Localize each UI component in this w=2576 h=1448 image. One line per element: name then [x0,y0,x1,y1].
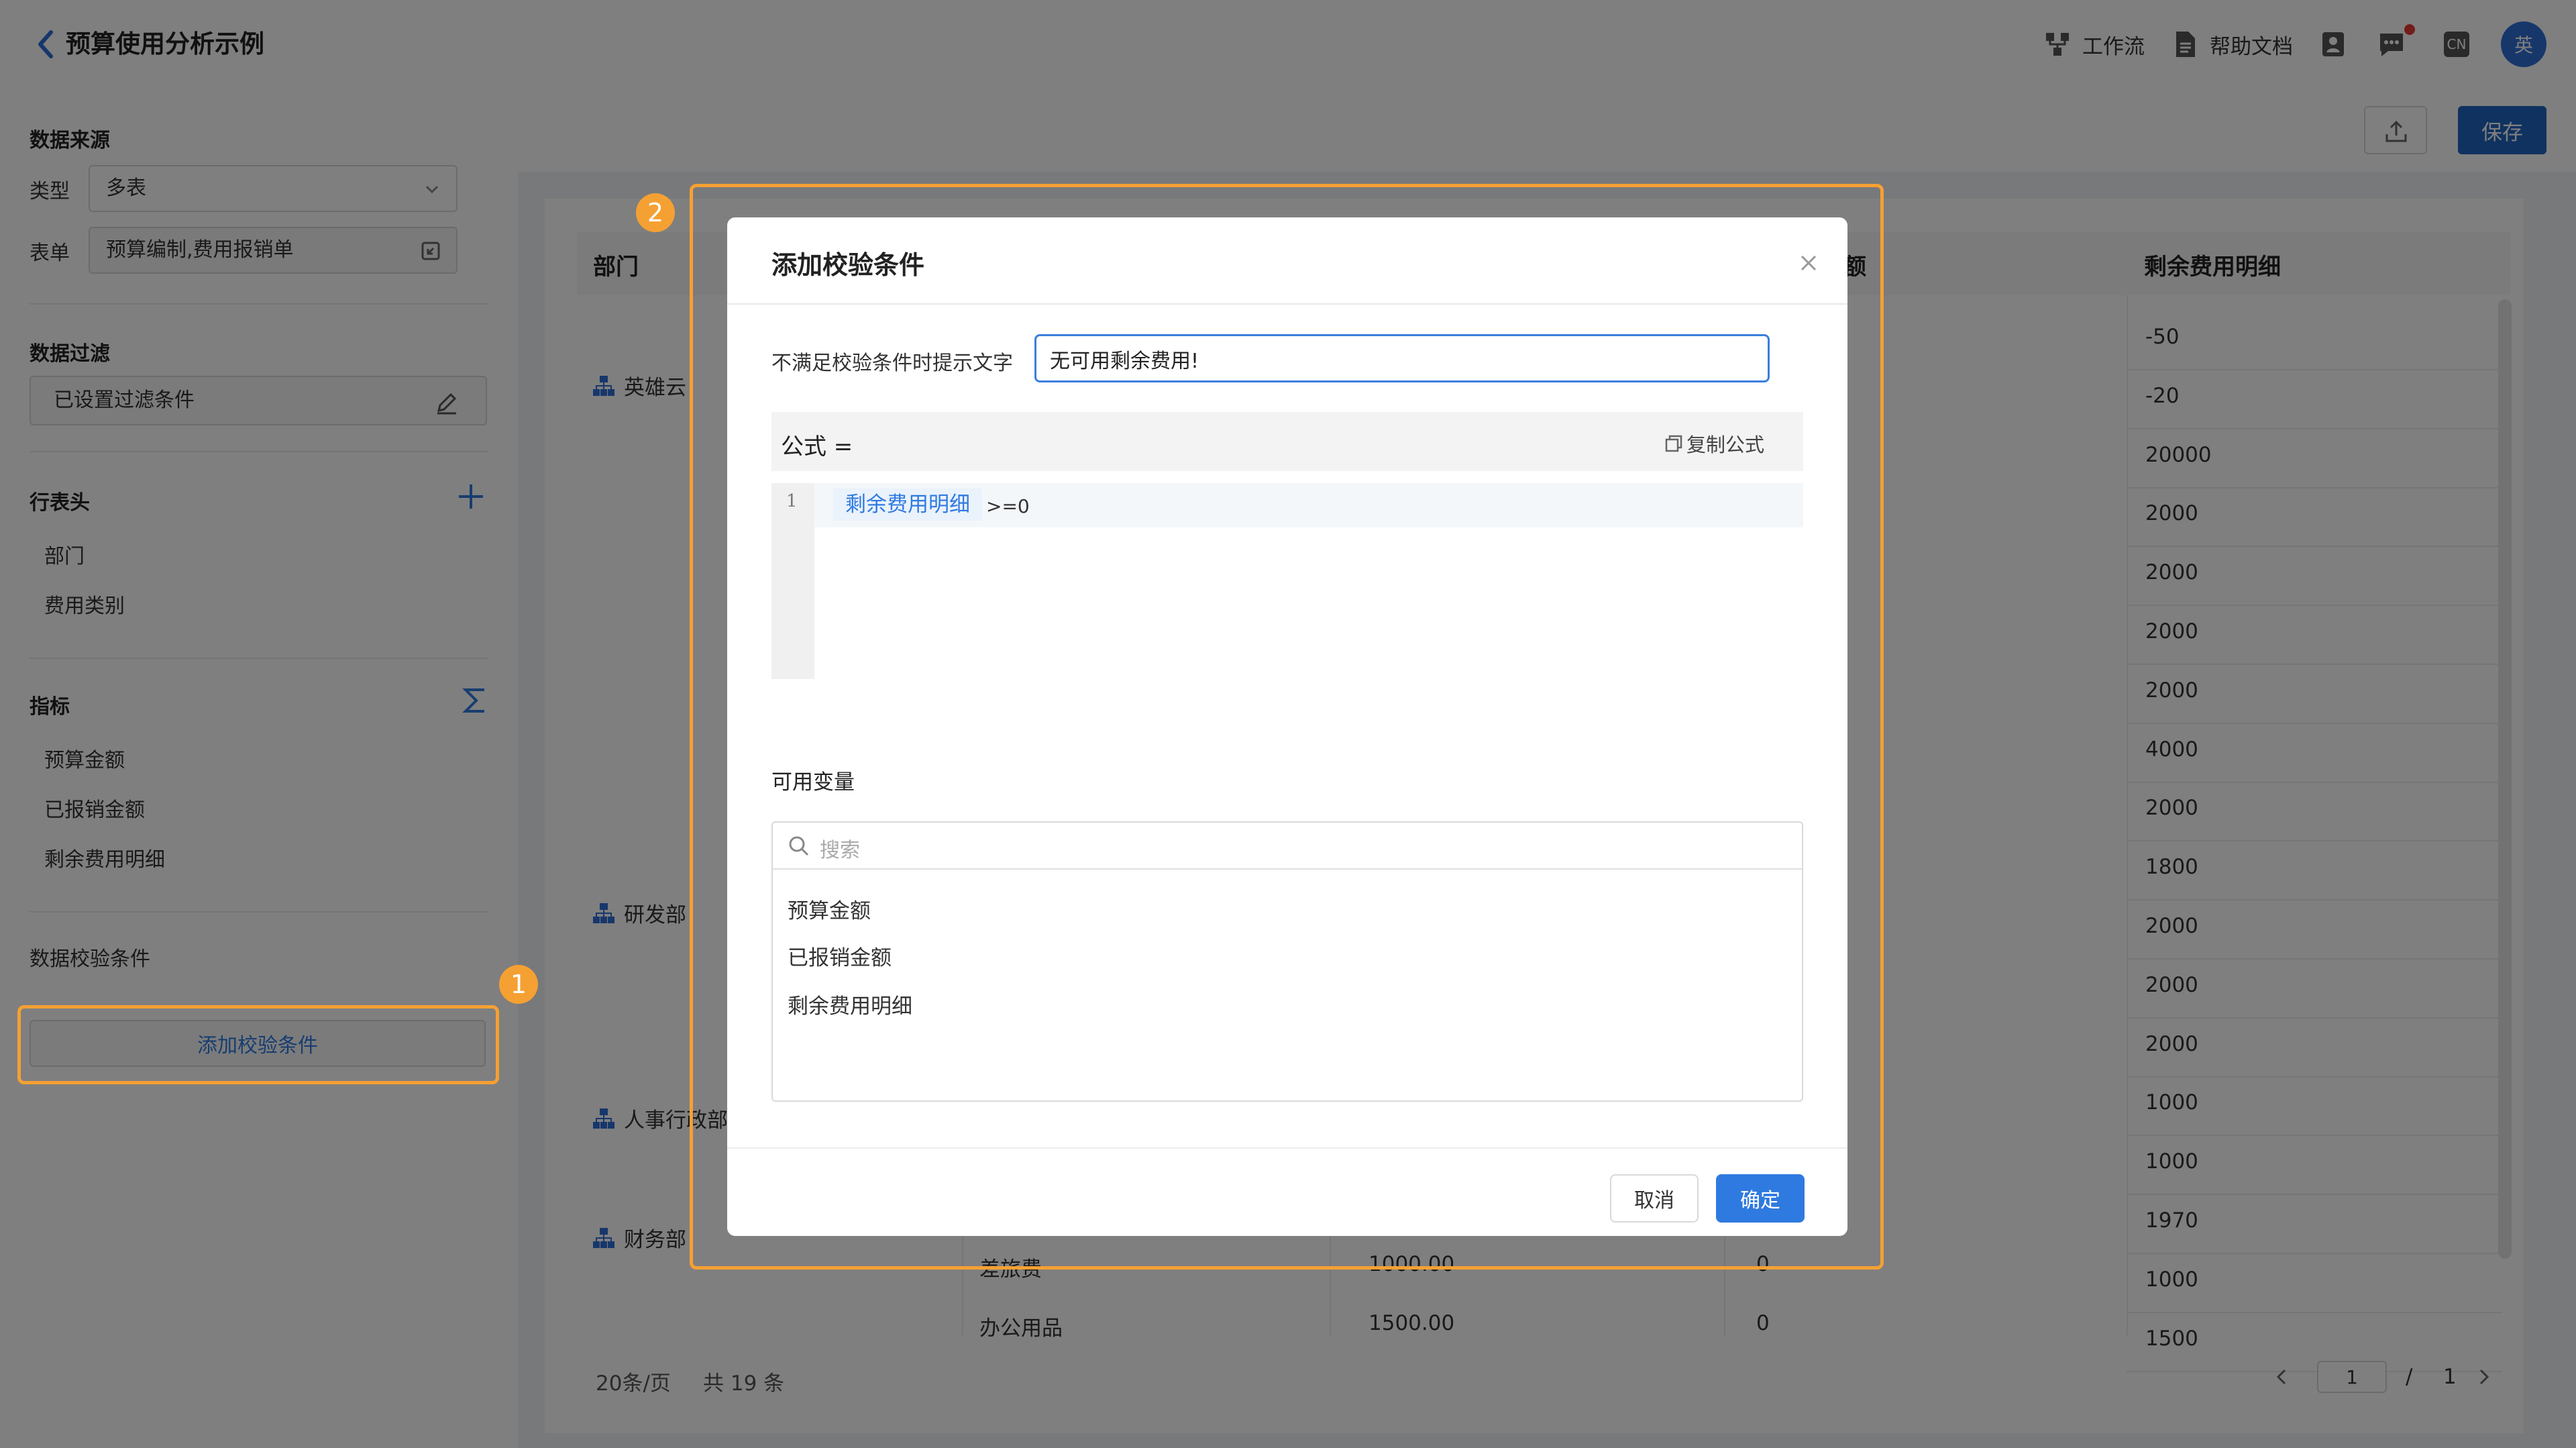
step-badge-1: 1 [499,965,538,1004]
highlight-box-1 [17,1005,499,1084]
highlight-box-2 [690,184,1884,1270]
step-badge-2: 2 [636,193,675,232]
